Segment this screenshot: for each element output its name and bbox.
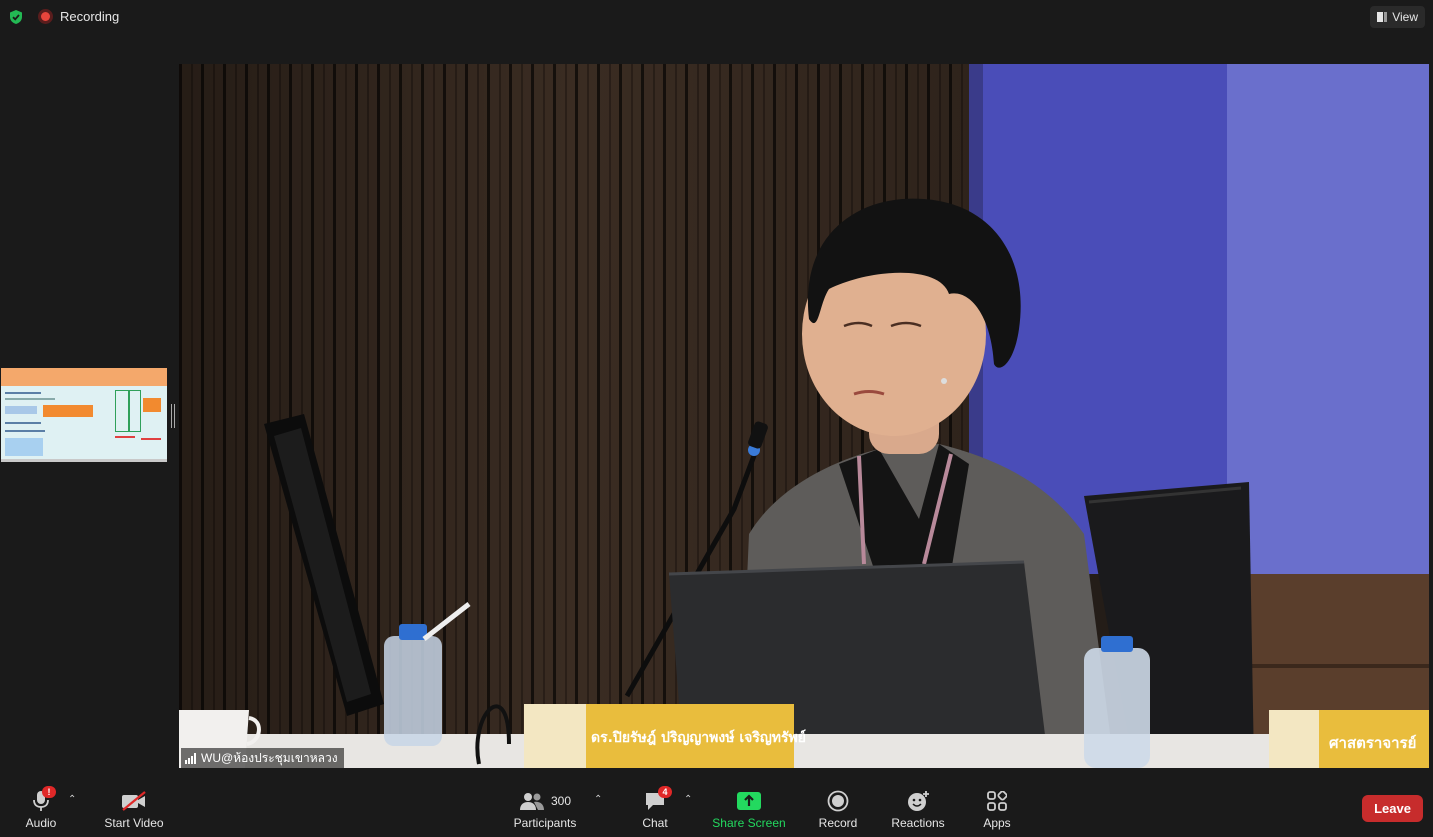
share-screen-label: Share Screen [712,816,786,830]
leave-button[interactable]: Leave [1362,795,1423,822]
recording-icon [38,9,53,24]
main-video[interactable]: ดร.ปิยรัษฎ์ ปริญญาพงษ์ เจริญทรัพย์ ศาสตร… [179,64,1429,768]
apps-icon [987,791,1007,811]
meeting-toolbar: ! Audio ⌃ Start Video 300 Participants ⌃… [0,772,1433,837]
participants-options-caret-icon[interactable]: ⌃ [594,794,602,805]
speaker-video-frame: ดร.ปิยรัษฎ์ ปริญญาพงษ์ เจริญทรัพย์ ศาสตร… [179,64,1429,768]
shared-screen-thumbnail[interactable] [1,368,167,462]
record-label: Record [818,816,858,830]
apps-button[interactable]: Apps [980,788,1014,830]
audio-label: Audio [25,816,57,830]
reactions-smiley-icon [908,791,929,811]
shield-check-icon[interactable] [8,9,24,25]
audio-options-caret-icon[interactable]: ⌃ [68,794,76,805]
nameplate-right-text: ศาสตราจารย์ [1329,734,1416,752]
audio-button[interactable]: ! Audio [20,786,62,830]
participant-name: WU@ห้องประชุมเขาหลวง [201,750,338,765]
participants-icon [519,793,544,810]
record-button[interactable]: Record [816,788,860,830]
participants-button[interactable]: 300 Participants [512,788,578,830]
video-off-icon [122,791,146,811]
signal-strength-icon [185,752,196,764]
record-icon [827,790,849,812]
view-label: View [1392,10,1418,24]
recording-label: Recording [60,9,120,24]
view-button[interactable]: View [1370,6,1425,28]
apps-label: Apps [983,816,1011,830]
audio-warning-badge: ! [42,786,56,798]
top-bar: Recording View [0,0,1433,34]
reactions-label: Reactions [891,816,945,830]
start-video-button[interactable]: Start Video [102,788,166,830]
panel-resize-handle[interactable] [171,404,175,428]
participants-count: 300 [550,794,572,808]
share-screen-icon [737,792,761,810]
reactions-button[interactable]: Reactions [890,788,946,830]
nameplate-text: ดร.ปิยรัษฎ์ ปริญญาพงษ์ เจริญทรัพย์ [591,729,806,746]
share-screen-button[interactable]: Share Screen [712,788,786,830]
participants-label: Participants [513,816,577,830]
chat-button[interactable]: 4 Chat [638,786,672,830]
start-video-label: Start Video [104,816,164,830]
recording-indicator[interactable]: Recording [38,9,119,24]
view-layout-icon [1377,12,1388,22]
participant-name-tag: WU@ห้องประชุมเขาหลวง [181,748,344,768]
chat-unread-badge: 4 [658,786,672,798]
chat-label: Chat [642,816,668,830]
chat-options-caret-icon[interactable]: ⌃ [684,794,692,805]
